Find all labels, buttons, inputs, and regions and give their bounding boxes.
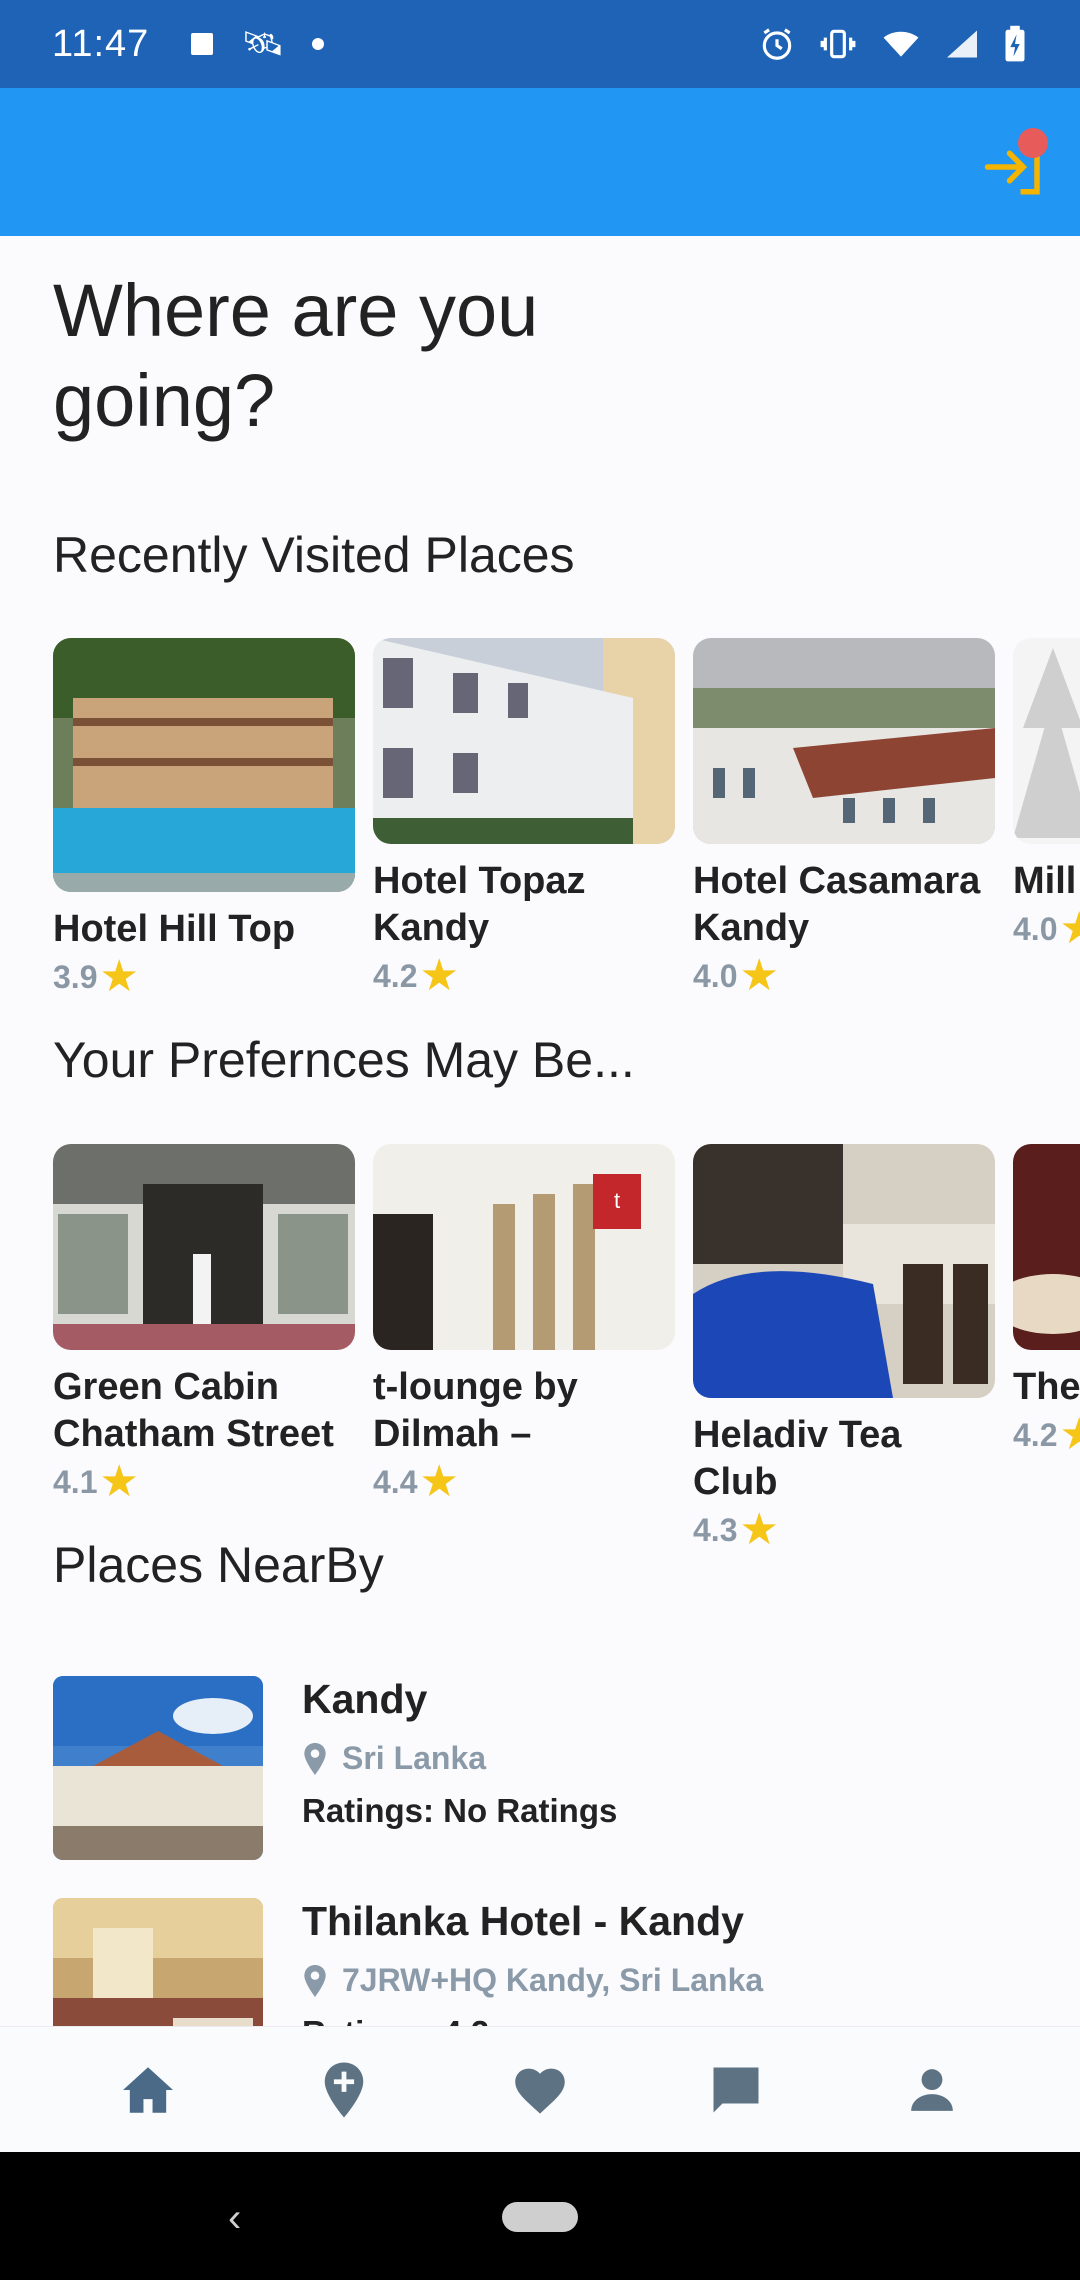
place-image	[53, 1144, 355, 1350]
place-name: Hotel Topaz Kandy	[373, 860, 586, 949]
bottom-navigation	[0, 2026, 1080, 2152]
star-icon: ★	[99, 952, 139, 1001]
place-card[interactable]: Hotel Topaz Kandy 4.2 ★	[373, 638, 675, 998]
place-name: Hotel Casamara Kandy	[693, 860, 981, 949]
place-ratings: Ratings: 4.2	[302, 2014, 489, 2026]
profile-icon	[911, 2068, 953, 2111]
place-card[interactable]: Hotel Casamara Kandy 4.0 ★	[693, 638, 995, 998]
place-image: t	[373, 1144, 675, 1350]
more-dot-icon	[312, 38, 325, 50]
place-rating: 3.9	[53, 958, 98, 995]
star-icon: ★	[99, 1457, 139, 1506]
page-title: Where are you going?	[53, 269, 539, 442]
recent-places-list[interactable]: Hotel Hill Top 3.9 ★ Hotel Topaz Kandy 4.…	[53, 638, 1080, 1018]
star-icon: ★	[739, 1505, 779, 1554]
place-card[interactable]: The Cof 4.2★	[1013, 1144, 1080, 1457]
alarm-icon	[762, 28, 792, 60]
favorite-icon	[515, 2068, 565, 2114]
status-time: 11:47	[52, 22, 150, 65]
place-ratings: Ratings: No Ratings	[302, 1792, 618, 1829]
star-icon: ★	[1059, 1410, 1080, 1459]
place-name: The Cof	[1013, 1366, 1080, 1408]
login-button[interactable]	[982, 128, 1052, 198]
home-gesture-pill[interactable]	[502, 2202, 578, 2232]
place-name: Green Cabin Chatham Street	[53, 1366, 334, 1455]
place-image	[693, 638, 995, 844]
back-icon[interactable]: ‹	[228, 2196, 241, 2241]
place-title: Thilanka Hotel - Kandy	[302, 1898, 744, 1944]
place-card[interactable]: Mill rest 4.0★	[1013, 638, 1080, 951]
nav-profile[interactable]	[872, 2045, 992, 2135]
nearby-section-title: Places NearBy	[53, 1537, 384, 1593]
place-image	[1013, 638, 1080, 844]
place-name: Hotel Hill Top	[53, 908, 296, 950]
place-rating: 4.2	[373, 957, 418, 994]
nav-add-place[interactable]	[284, 2045, 404, 2135]
place-title: Kandy	[302, 1676, 428, 1722]
vibrate-icon	[820, 29, 856, 59]
nearby-place-item[interactable]: Kandy Sri Lanka Ratings: No Ratings	[53, 1676, 1053, 1866]
place-image	[53, 638, 355, 892]
place-card[interactable]: Green Cabin Chatham Street 4.1 ★	[53, 1144, 355, 1504]
place-image	[53, 1898, 263, 2026]
wifi-icon	[883, 31, 919, 57]
status-bar: 11:47 🛰	[0, 0, 1080, 88]
star-icon: ★	[739, 951, 779, 1000]
place-rating: 4.2	[1013, 1416, 1058, 1453]
place-rating: 4.4	[373, 1463, 418, 1500]
home-icon	[123, 2066, 173, 2113]
system-navigation-bar: ‹	[0, 2152, 1080, 2280]
preferred-places-list[interactable]: Green Cabin Chatham Street 4.1 ★ t t-loun…	[53, 1144, 1080, 1552]
nearby-place-item[interactable]: Thilanka Hotel - Kandy 7JRW+HQ Kandy, Sr…	[53, 1898, 1053, 2026]
recent-section-title: Recently Visited Places	[53, 527, 575, 583]
satellite-icon: 🛰	[241, 25, 285, 63]
place-card[interactable]: Heladiv Tea Club 4.3 ★	[693, 1144, 995, 1552]
place-name: Heladiv Tea Club	[693, 1414, 902, 1503]
place-location: 7JRW+HQ Kandy, Sri Lanka	[302, 1962, 763, 1999]
notification-square-icon	[191, 33, 214, 55]
signal-icon	[947, 30, 977, 58]
place-image	[53, 1676, 263, 1860]
star-icon: ★	[419, 951, 459, 1000]
place-location-text: Sri Lanka	[342, 1740, 487, 1776]
main-content: Where are you going? Recently Visited Pl…	[0, 236, 1080, 2026]
nav-favorites[interactable]	[480, 2045, 600, 2135]
nav-home[interactable]	[88, 2045, 208, 2135]
star-icon: ★	[1059, 904, 1080, 953]
place-name: Mill rest	[1013, 860, 1080, 902]
place-image	[1013, 1144, 1080, 1350]
nav-messages[interactable]	[676, 2045, 796, 2135]
place-location: Sri Lanka	[302, 1740, 486, 1777]
place-rating: 4.1	[53, 1463, 98, 1500]
place-image	[373, 638, 675, 844]
place-rating: 4.3	[693, 1511, 738, 1548]
place-rating: 4.0	[1013, 910, 1058, 947]
add-location-icon	[324, 2062, 364, 2117]
place-card[interactable]: t t-lounge by Dilmah – 4.4 ★	[373, 1144, 675, 1504]
place-name: t-lounge by Dilmah –	[373, 1366, 578, 1455]
star-icon: ★	[419, 1457, 459, 1506]
location-pin-icon	[304, 1964, 326, 1997]
notification-badge	[1018, 128, 1048, 158]
place-rating: 4.0	[693, 957, 738, 994]
battery-icon	[1005, 25, 1025, 62]
svg-text:t: t	[614, 1188, 620, 1213]
place-image	[693, 1144, 995, 1398]
place-location-text: 7JRW+HQ Kandy, Sri Lanka	[342, 1962, 764, 1998]
preferences-section-title: Your Prefernces May Be...	[53, 1032, 635, 1088]
app-bar	[0, 88, 1080, 236]
location-pin-icon	[304, 1742, 326, 1775]
chat-icon	[713, 2067, 759, 2112]
place-card[interactable]: Hotel Hill Top 3.9 ★	[53, 638, 355, 999]
